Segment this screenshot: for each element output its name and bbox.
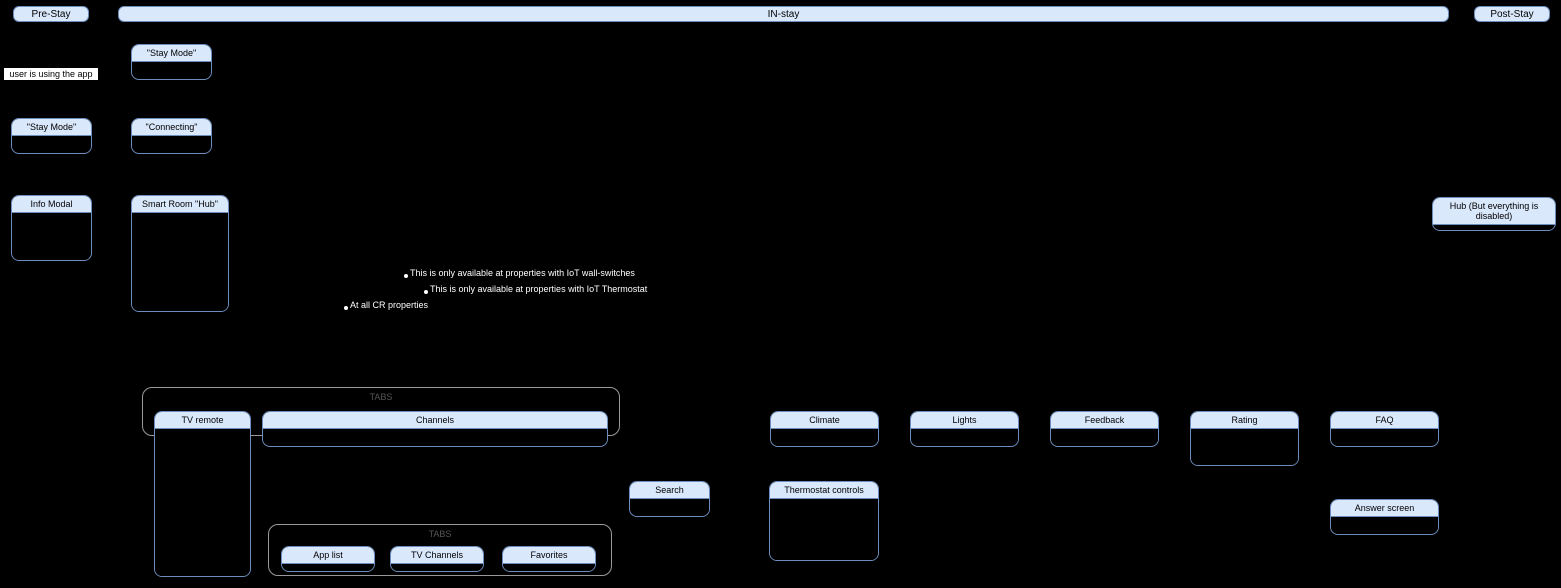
card-title: TV remote: [155, 412, 250, 429]
card-title: Feedback: [1051, 412, 1158, 429]
note-all-properties: At all CR properties: [350, 300, 428, 310]
card-body: [1331, 517, 1438, 531]
bullet-icon: [344, 306, 348, 310]
tabs-label: TABS: [142, 392, 620, 402]
card-title: Rating: [1191, 412, 1298, 429]
phase-post-stay: Post-Stay: [1474, 6, 1550, 22]
card-tv-channels[interactable]: TV Channels: [390, 546, 484, 572]
phase-label: IN-stay: [768, 9, 800, 20]
note-wall-switches: This is only available at properties wit…: [410, 268, 635, 278]
card-body: [282, 564, 374, 572]
card-favorites[interactable]: Favorites: [502, 546, 596, 572]
note-text: user is using the app: [9, 69, 92, 79]
card-body: [12, 213, 91, 261]
card-body: [770, 499, 878, 561]
card-title: "Stay Mode": [132, 45, 211, 62]
card-app-list[interactable]: App list: [281, 546, 375, 572]
bullet-icon: [404, 274, 408, 278]
card-smart-room-hub[interactable]: Smart Room "Hub": [131, 195, 229, 312]
note-thermostat: This is only available at properties wit…: [430, 284, 647, 294]
card-hub-disabled[interactable]: Hub (But everything is disabled): [1432, 197, 1556, 231]
card-title: Search: [630, 482, 709, 499]
card-thermostat-controls[interactable]: Thermostat controls: [769, 481, 879, 561]
card-body: [503, 564, 595, 572]
card-faq[interactable]: FAQ: [1330, 411, 1439, 447]
card-title: TV Channels: [391, 547, 483, 564]
card-body: [1191, 429, 1298, 466]
card-body: [1331, 429, 1438, 443]
card-title: Channels: [263, 412, 607, 429]
card-lights[interactable]: Lights: [910, 411, 1019, 447]
card-body: [1433, 225, 1555, 231]
card-body: [132, 62, 211, 76]
card-climate[interactable]: Climate: [770, 411, 879, 447]
card-title: Lights: [911, 412, 1018, 429]
card-info-modal[interactable]: Info Modal: [11, 195, 92, 261]
card-body: [771, 429, 878, 443]
card-body: [391, 564, 483, 572]
tabs-label: TABS: [268, 529, 612, 539]
card-body: [911, 429, 1018, 443]
card-rating[interactable]: Rating: [1190, 411, 1299, 466]
card-title: Smart Room "Hub": [132, 196, 228, 213]
card-title: Answer screen: [1331, 500, 1438, 517]
card-answer-screen[interactable]: Answer screen: [1330, 499, 1439, 535]
card-tv-remote[interactable]: TV remote: [154, 411, 251, 577]
card-stay-mode-pre[interactable]: "Stay Mode": [11, 118, 92, 154]
card-body: [263, 429, 607, 443]
card-body: [1051, 429, 1158, 443]
note-user-using-app: user is using the app: [3, 67, 99, 81]
card-title: Hub (But everything is disabled): [1433, 198, 1555, 225]
card-body: [155, 429, 250, 577]
card-title: Favorites: [503, 547, 595, 564]
phase-pre-stay: Pre-Stay: [13, 6, 89, 22]
card-body: [132, 213, 228, 312]
card-title: Thermostat controls: [770, 482, 878, 499]
phase-in-stay: IN-stay: [118, 6, 1449, 22]
bullet-icon: [424, 290, 428, 294]
card-feedback[interactable]: Feedback: [1050, 411, 1159, 447]
card-title: Climate: [771, 412, 878, 429]
card-title: "Stay Mode": [12, 119, 91, 136]
card-title: FAQ: [1331, 412, 1438, 429]
card-title: "Connecting": [132, 119, 211, 136]
phase-label: Post-Stay: [1490, 9, 1533, 20]
card-title: Info Modal: [12, 196, 91, 213]
card-body: [12, 136, 91, 150]
card-search[interactable]: Search: [629, 481, 710, 517]
card-body: [630, 499, 709, 513]
phase-label: Pre-Stay: [32, 9, 71, 20]
card-connecting[interactable]: "Connecting": [131, 118, 212, 154]
card-title: App list: [282, 547, 374, 564]
card-channels[interactable]: Channels: [262, 411, 608, 447]
card-body: [132, 136, 211, 150]
card-stay-mode-instay[interactable]: "Stay Mode": [131, 44, 212, 80]
